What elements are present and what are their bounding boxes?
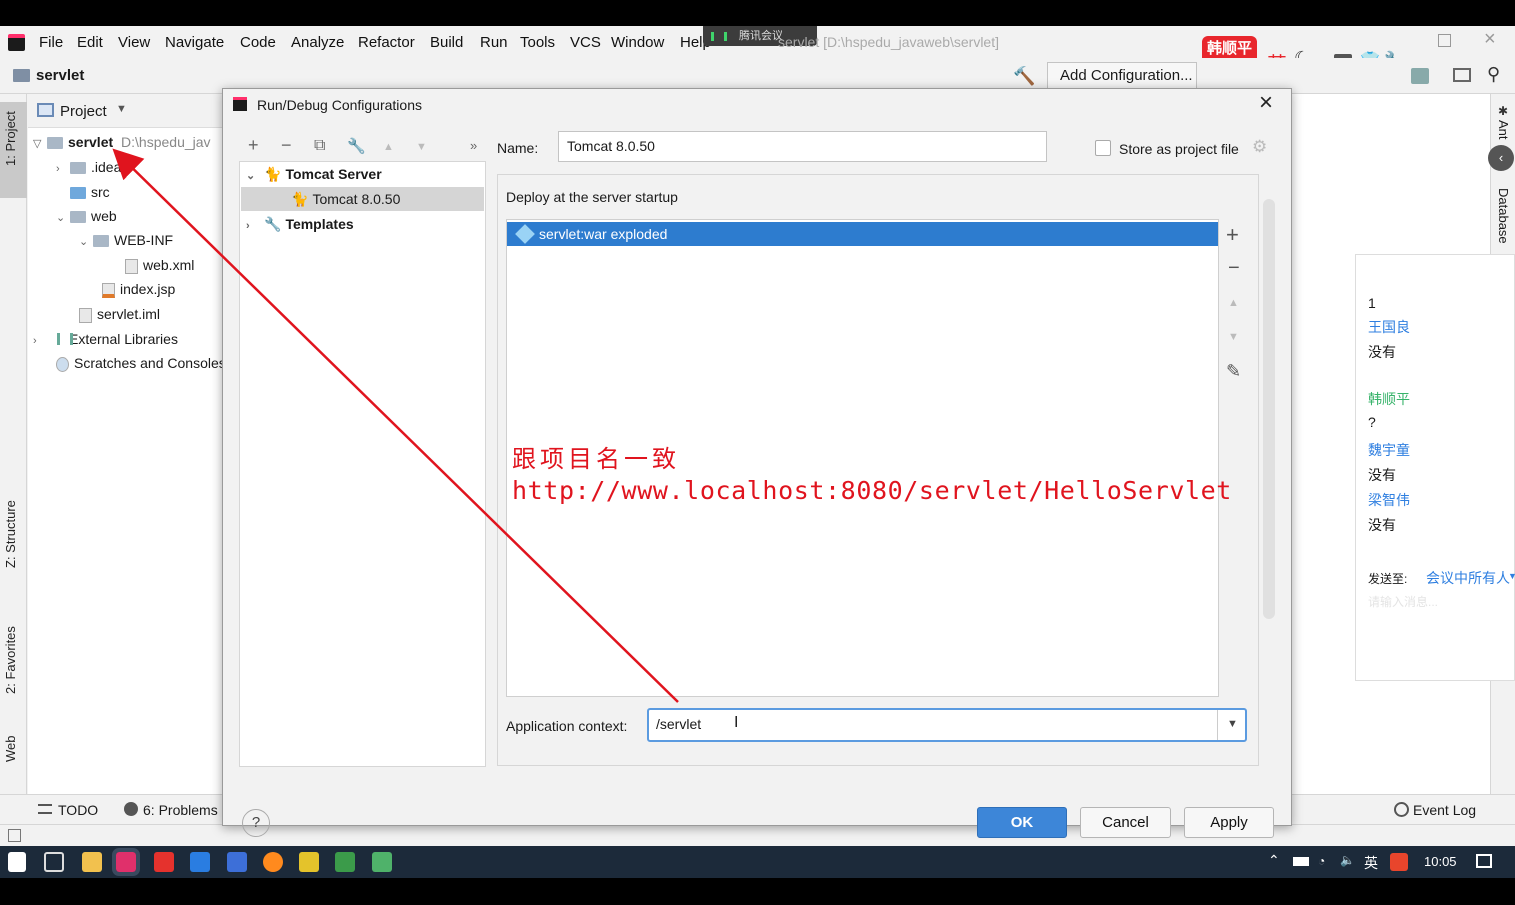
annotation-arrow <box>112 148 679 703</box>
